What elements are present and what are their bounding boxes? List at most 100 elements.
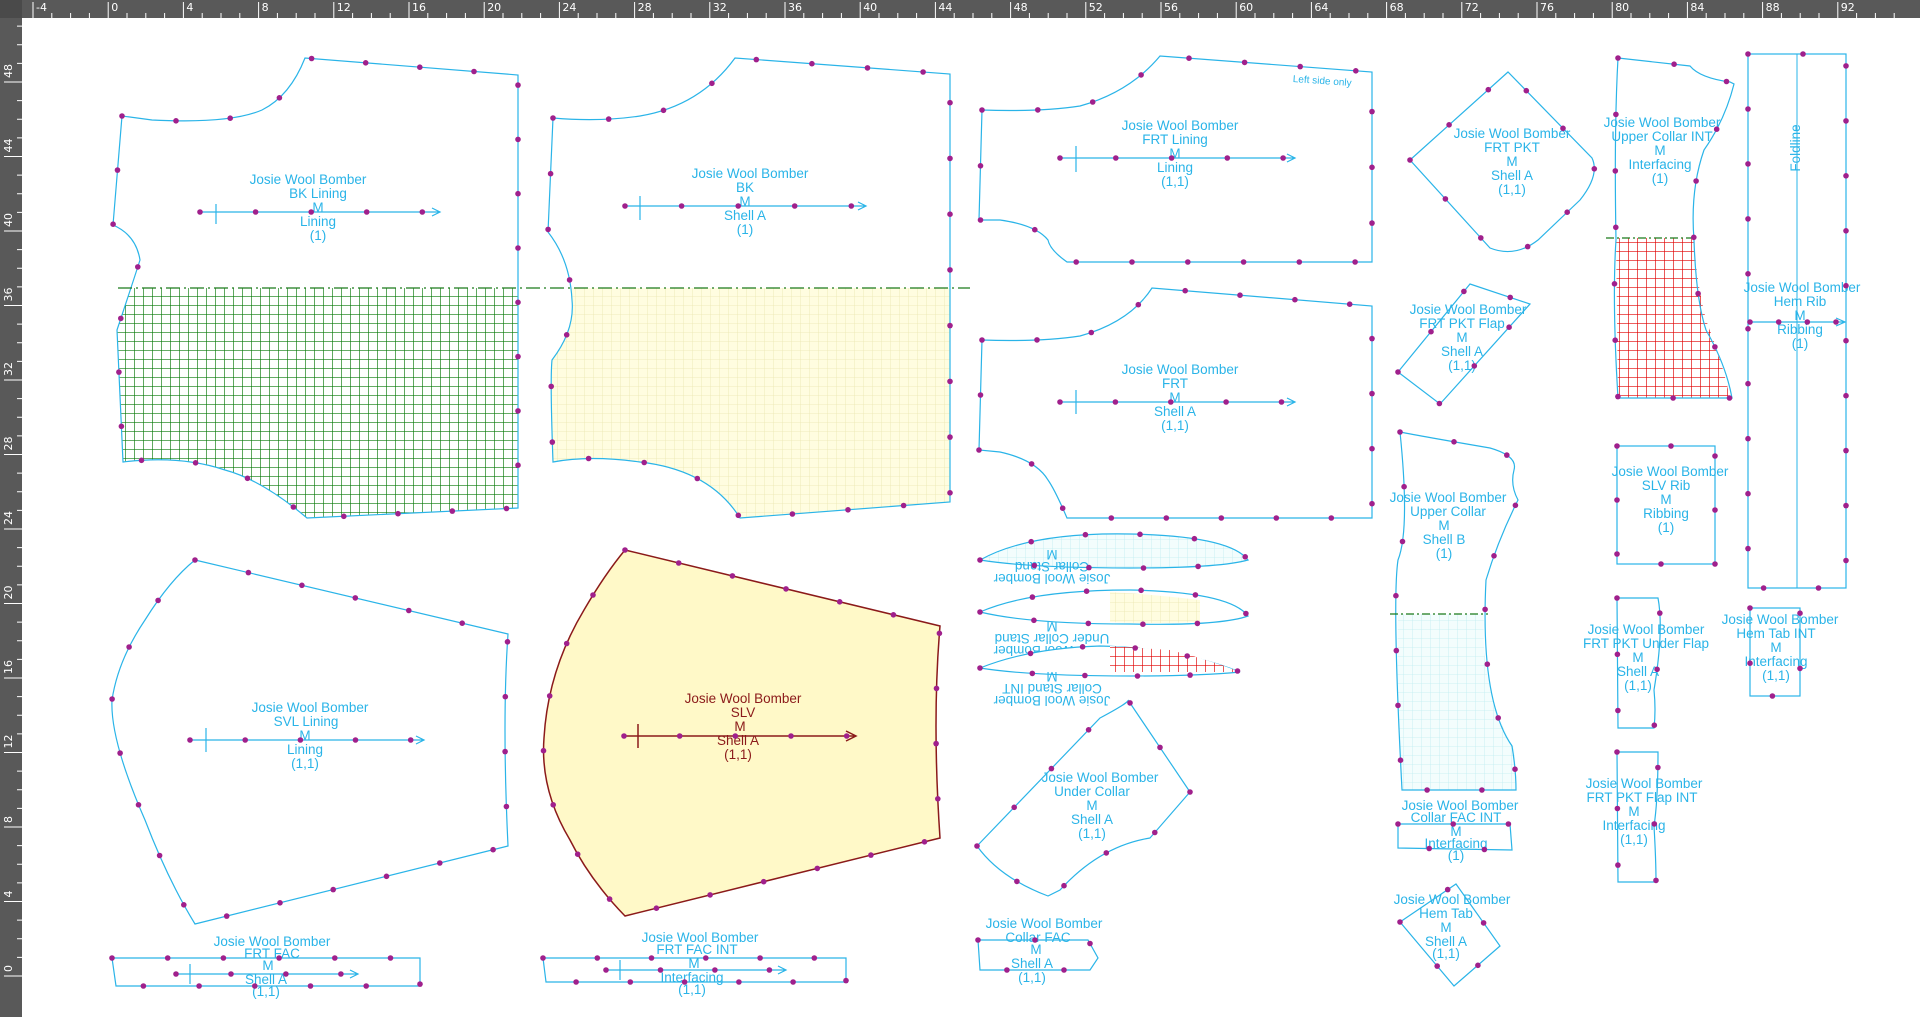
- vertex-point[interactable]: [1745, 271, 1751, 277]
- vertex-point[interactable]: [352, 595, 359, 601]
- vertex-point[interactable]: [417, 981, 423, 987]
- vertex-point[interactable]: [1237, 292, 1243, 299]
- vertex-point[interactable]: [1434, 963, 1440, 969]
- vertex-point[interactable]: [933, 740, 939, 747]
- vertex-point[interactable]: [935, 796, 941, 802]
- vertex-point[interactable]: [703, 955, 709, 961]
- vertex-point[interactable]: [126, 644, 132, 650]
- vertex-point[interactable]: [1479, 787, 1485, 793]
- vertex-point[interactable]: [330, 886, 337, 893]
- vertex-point[interactable]: [156, 852, 163, 859]
- vertex-point[interactable]: [228, 971, 234, 977]
- vertex-point[interactable]: [1436, 400, 1443, 407]
- vertex-point[interactable]: [515, 462, 521, 469]
- vertex-point[interactable]: [1191, 535, 1198, 542]
- vertex-point[interactable]: [545, 226, 551, 233]
- vertex-point[interactable]: [1192, 592, 1199, 598]
- vertex-point[interactable]: [1028, 538, 1034, 545]
- vertex-point[interactable]: [135, 264, 141, 270]
- vertex-point[interactable]: [1129, 259, 1135, 265]
- vertex-point[interactable]: [1241, 59, 1248, 66]
- vertex-point[interactable]: [1670, 395, 1676, 401]
- vertex-point[interactable]: [1224, 155, 1231, 161]
- vertex-point[interactable]: [1073, 259, 1079, 265]
- vertex-point[interactable]: [1135, 301, 1142, 308]
- vertex-point[interactable]: [1797, 665, 1803, 672]
- vertex-point[interactable]: [276, 955, 282, 961]
- vertex-point[interactable]: [1843, 282, 1849, 289]
- vertex-point[interactable]: [676, 733, 683, 739]
- vertex-point[interactable]: [407, 737, 414, 743]
- vertex-point[interactable]: [1194, 620, 1201, 627]
- vertex-point[interactable]: [515, 190, 521, 197]
- vertex-point[interactable]: [1655, 764, 1661, 771]
- vertex-point[interactable]: [845, 507, 851, 513]
- vertex-point[interactable]: [338, 971, 344, 977]
- vertex-point[interactable]: [757, 955, 763, 961]
- vertex-point[interactable]: [1369, 445, 1375, 452]
- vertex-point[interactable]: [979, 337, 985, 343]
- vertex-point[interactable]: [1843, 337, 1849, 344]
- vertex-point[interactable]: [245, 569, 252, 576]
- vertex-point[interactable]: [1613, 111, 1619, 118]
- vertex-point[interactable]: [1712, 561, 1718, 567]
- vertex-point[interactable]: [1140, 621, 1146, 627]
- vertex-point[interactable]: [252, 209, 259, 215]
- vertex-point[interactable]: [979, 107, 985, 113]
- vertex-point[interactable]: [383, 873, 390, 880]
- vertex-point[interactable]: [502, 748, 508, 755]
- vertex-point[interactable]: [1035, 107, 1041, 113]
- vertex-point[interactable]: [1132, 645, 1138, 651]
- vertex-point[interactable]: [548, 383, 554, 390]
- pattern-canvas[interactable]: -4 0 4 8 12 16 20 24 28 32 36 40 44 48 52 56 60 64 68 72 76 8…: [0, 0, 1920, 1017]
- vertex-point[interactable]: [223, 913, 230, 919]
- vertex-point[interactable]: [974, 843, 980, 849]
- vertex-point[interactable]: [308, 209, 315, 215]
- vertex-point[interactable]: [574, 851, 581, 857]
- vertex-point[interactable]: [549, 439, 556, 445]
- piece-hem-tab-int[interactable]: Josie Wool Bomber Hem Tab INT M Interfac…: [1722, 607, 1839, 697]
- vertex-point[interactable]: [276, 95, 283, 101]
- vertex-point[interactable]: [760, 878, 767, 885]
- vertex-point[interactable]: [1745, 106, 1751, 112]
- vertex-point[interactable]: [1651, 722, 1658, 728]
- vertex-point[interactable]: [1138, 587, 1144, 594]
- piece-slv-rib[interactable]: Josie Wool Bomber SLV Rib M Ribbing (1): [1612, 445, 1729, 565]
- vertex-point[interactable]: [947, 322, 953, 329]
- vertex-point[interactable]: [1032, 226, 1038, 233]
- vertex-point[interactable]: [1797, 610, 1803, 616]
- vertex-point[interactable]: [1424, 787, 1430, 793]
- vertex-point[interactable]: [622, 203, 628, 209]
- vertex-point[interactable]: [242, 737, 248, 743]
- vertex-point[interactable]: [864, 65, 871, 71]
- vertex-point[interactable]: [1278, 399, 1285, 405]
- vertex-point[interactable]: [352, 737, 359, 743]
- vertex-point[interactable]: [1658, 561, 1664, 567]
- vertex-point[interactable]: [1485, 86, 1492, 93]
- vertex-point[interactable]: [1615, 393, 1621, 400]
- vertex-point[interactable]: [1088, 329, 1095, 336]
- vertex-point[interactable]: [546, 693, 553, 699]
- vertex-point[interactable]: [921, 839, 928, 845]
- piece-under-collar[interactable]: Josie Wool Bomber Under Collar M Shell A…: [976, 699, 1191, 897]
- vertex-point[interactable]: [976, 447, 982, 453]
- vertex-point[interactable]: [1369, 500, 1375, 507]
- vertex-point[interactable]: [503, 505, 510, 512]
- vertex-point[interactable]: [1369, 164, 1375, 171]
- piece-frt-fac[interactable]: Josie Wool Bomber FRT FAC M Shell A (1,1…: [111, 934, 421, 999]
- vertex-point[interactable]: [809, 60, 815, 67]
- vertex-point[interactable]: [1369, 335, 1375, 342]
- vertex-point[interactable]: [197, 209, 203, 215]
- vertex-point[interactable]: [1747, 319, 1753, 325]
- vertex-point[interactable]: [515, 82, 521, 88]
- vertex-point[interactable]: [471, 68, 477, 75]
- piece-slv-lining[interactable]: Josie Wool Bomber SVL Lining M Lining (1…: [111, 559, 509, 925]
- vertex-point[interactable]: [605, 116, 612, 122]
- vertex-point[interactable]: [788, 733, 794, 739]
- vertex-point[interactable]: [1843, 502, 1849, 509]
- vertex-point[interactable]: [547, 170, 554, 177]
- vertex-point[interactable]: [362, 60, 369, 66]
- vertex-point[interactable]: [732, 733, 739, 739]
- vertex-point[interactable]: [1218, 515, 1225, 521]
- vertex-point[interactable]: [900, 502, 907, 509]
